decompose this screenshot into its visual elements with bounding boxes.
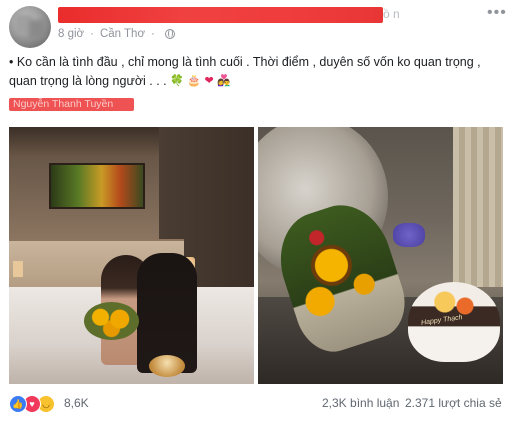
author-name-tail: ồ n [383, 7, 400, 21]
post-footer: 👍 ♥ ◡ 8,6K 2,3K bình luận 2.371 lượt chi… [0, 392, 512, 416]
ribbon-bow [393, 223, 425, 247]
reaction-icons[interactable]: 👍 ♥ ◡ [9, 395, 55, 413]
meta-separator: · [90, 28, 94, 40]
author-name-redacted[interactable] [58, 7, 383, 23]
photo-couple-bedroom[interactable] [9, 127, 254, 384]
birthday-cake [149, 355, 185, 377]
tagged-person-redacted[interactable]: Nguyễn Thanh Tuyền [9, 98, 134, 111]
bedside-lamp [13, 261, 23, 277]
bouquet-emoji-icon: 🍀 [170, 75, 184, 88]
share-count[interactable]: 2.371 lượt chia sẻ [405, 396, 502, 410]
author-avatar[interactable] [9, 6, 51, 48]
couple-emoji-icon: 👩‍❤️‍👨 [217, 75, 231, 88]
post-time[interactable]: 8 giờ [58, 28, 84, 40]
meta-separator: · [150, 28, 155, 40]
post-text-body: • Ko cần là tình đầu , chỉ mong là tình … [9, 55, 481, 88]
heart-emoji-icon: ❤ [204, 75, 214, 88]
sunflower-bouquet [84, 302, 139, 340]
tagged-person-name: Nguyễn Thanh Tuyền [13, 98, 114, 110]
curtain [453, 127, 503, 287]
reaction-count[interactable]: 8,6K [64, 396, 89, 410]
globe-icon[interactable] [164, 29, 175, 39]
photo-bouquet-cake[interactable]: Happy Thạch [258, 127, 503, 384]
like-icon: 👍 [9, 395, 27, 413]
cake-emoji-icon: 🎂 [187, 75, 202, 88]
comment-count[interactable]: 2,3K bình luận [322, 396, 399, 410]
avatar-blur [29, 20, 45, 38]
post-text: • Ko cần là tình đầu , chỉ mong là tình … [9, 53, 501, 91]
wall-painting [49, 163, 145, 209]
post-meta: 8 giờ · Cần Thơ · [58, 28, 175, 40]
post-location[interactable]: Cần Thơ [100, 28, 145, 40]
facebook-post: ồ n ••• 8 giờ · Cần Thơ · • Ko cần là tì… [0, 0, 512, 421]
more-options-icon[interactable]: ••• [487, 4, 507, 22]
